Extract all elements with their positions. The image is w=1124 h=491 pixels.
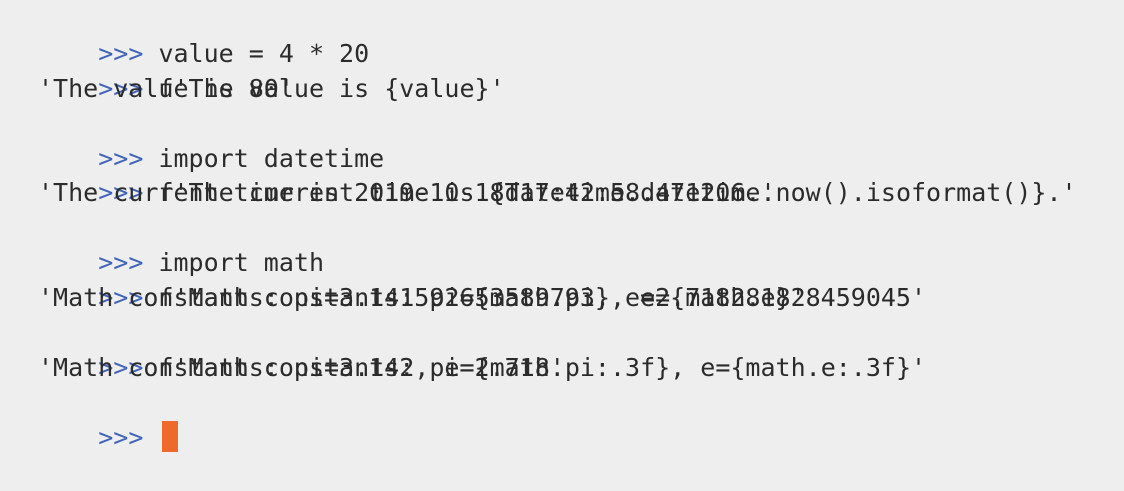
- repl-prompt: >>>: [98, 38, 144, 68]
- repl-input-text: value = 4 * 20: [158, 38, 370, 68]
- repl-output-line-3: 'The value is 80': [38, 73, 294, 103]
- repl-line-10: >>> f'Math constants: pi={math.pi:.3f}, …: [38, 316, 1124, 382]
- text-cursor: [162, 420, 179, 452]
- repl-input-text: import math: [158, 248, 325, 278]
- repl-output-line-9: 'Math constants: pi=3.141592653589793, e…: [38, 283, 927, 313]
- repl-line-1: >>> value = 4 * 20: [38, 2, 1124, 68]
- repl-prompt: >>>: [98, 422, 144, 452]
- repl-active-prompt-line[interactable]: >>>: [38, 386, 1124, 452]
- repl-prompt: >>>: [98, 248, 144, 278]
- repl-input-text: import datetime: [158, 143, 385, 173]
- repl-prompt: >>>: [98, 143, 144, 173]
- repl-line-4: >>> import datetime: [38, 107, 1124, 173]
- python-repl-terminal[interactable]: >>> value = 4 * 20 >>> f'The value is {v…: [0, 0, 1124, 482]
- repl-line-7: >>> import math: [38, 211, 1124, 277]
